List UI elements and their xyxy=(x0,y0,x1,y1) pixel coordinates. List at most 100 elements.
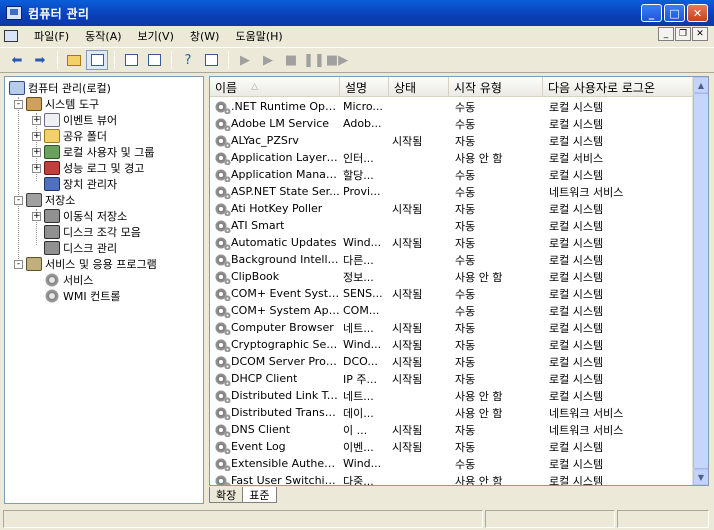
help-icon[interactable]: ? xyxy=(177,50,199,70)
service-name-cell: DHCP Client xyxy=(210,371,340,386)
table-row[interactable]: .NET Runtime Opti... Micro... 수동 로컬 시스템 xyxy=(210,98,694,115)
tree-item-storage[interactable]: - 저장소 xyxy=(14,192,75,208)
tree-item-event-viewer[interactable]: + 이벤트 뷰어 xyxy=(32,112,117,128)
minimize-button[interactable]: _ xyxy=(641,4,662,22)
table-row[interactable]: Cryptographic Serv... Wind... 시작됨 자동 로컬 시스템 xyxy=(210,336,694,353)
users-icon xyxy=(44,145,60,159)
expand-icon[interactable]: + xyxy=(32,163,41,173)
expand-icon[interactable]: + xyxy=(32,211,41,221)
table-row[interactable]: Event Log 이벤... 시작됨 자동 로컬 시스템 xyxy=(210,438,694,455)
table-row[interactable]: DHCP Client IP 주... 시작됨 자동 로컬 시스템 xyxy=(210,370,694,387)
child-restore-button[interactable]: ❐ xyxy=(675,27,691,41)
service-name: Adobe LM Service xyxy=(231,117,330,130)
service-description: 정보... xyxy=(343,270,374,284)
table-row[interactable]: Application Manage... 할당... 수동 로컬 시스템 xyxy=(210,166,694,183)
properties-icon[interactable] xyxy=(120,50,142,70)
table-row[interactable]: ClipBook 정보... 사용 안 함 로컬 시스템 xyxy=(210,268,694,285)
service-description: Provi... xyxy=(343,185,381,198)
play-dim-icon[interactable]: ▶ xyxy=(257,50,279,70)
expand-icon[interactable]: + xyxy=(32,147,41,157)
table-row[interactable]: ASP.NET State Ser... Provi... 수동 네트워크 서비스 xyxy=(210,183,694,200)
table-row[interactable]: COM+ Event System SENS... 시작됨 수동 로컬 시스템 xyxy=(210,285,694,302)
service-name-cell: Event Log xyxy=(210,439,340,454)
table-row[interactable]: Distributed Transac... 데이... 사용 안 함 네트워크 서비… xyxy=(210,404,694,421)
table-row[interactable]: Fast User Switching... 다중... 사용 안 함 로컬 시스템 xyxy=(210,472,694,485)
pause-icon[interactable]: ❚❚ xyxy=(303,50,325,70)
column-header-description[interactable]: 설명 xyxy=(340,77,389,97)
tree-item-system-tools[interactable]: - 시스템 도구 xyxy=(14,96,99,112)
tree-item-wmi-control[interactable]: WMI 컨트롤 xyxy=(44,288,120,304)
column-header-log-on-as[interactable]: 다음 사용자로 로그온 xyxy=(543,77,694,97)
tree-item-root[interactable]: 컴퓨터 관리(로컬) xyxy=(9,80,111,96)
expand-icon[interactable]: + xyxy=(32,115,41,125)
tab-extended[interactable]: 확장 xyxy=(209,487,244,503)
collapse-icon[interactable]: - xyxy=(14,195,23,205)
stop-icon[interactable]: ■ xyxy=(280,50,302,70)
service-gear-icon xyxy=(214,167,231,182)
list-header: 이름 △ 설명 상태 시작 유형 다음 사용자로 로그온 xyxy=(210,77,694,97)
table-row[interactable]: ALYac_PZSrv 시작됨 자동 로컬 시스템 xyxy=(210,132,694,149)
table-row[interactable]: Computer Browser 네트... 시작됨 자동 로컬 시스템 xyxy=(210,319,694,336)
collapse-icon[interactable]: - xyxy=(14,99,23,109)
app-menu-icon[interactable] xyxy=(4,30,18,42)
menu-view[interactable]: 보기(V) xyxy=(130,28,182,44)
table-row[interactable]: Automatic Updates Wind... 시작됨 자동 로컬 시스템 xyxy=(210,234,694,251)
column-header-status[interactable]: 상태 xyxy=(389,77,449,97)
menu-help[interactable]: 도움말(H) xyxy=(227,28,290,44)
service-name: DNS Client xyxy=(231,423,291,436)
show-action-pane-icon[interactable] xyxy=(200,50,222,70)
table-row[interactable]: COM+ System Appl... COM... 수동 로컬 시스템 xyxy=(210,302,694,319)
show-tree-icon[interactable] xyxy=(86,50,108,70)
tree-item-perf-logs[interactable]: + 성능 로그 및 경고 xyxy=(32,160,144,176)
child-close-button[interactable]: ✕ xyxy=(692,27,708,41)
tree-item-label: WMI 컨트롤 xyxy=(63,290,121,303)
expand-icon[interactable]: + xyxy=(32,131,41,141)
maximize-button[interactable]: □ xyxy=(664,4,685,22)
close-button[interactable]: ✕ xyxy=(687,4,708,22)
tree-item-device-manager[interactable]: 장치 관리자 xyxy=(44,176,117,192)
service-description: 데이... xyxy=(343,406,374,420)
vertical-scrollbar[interactable]: ▲ ▼ xyxy=(692,77,708,485)
child-minimize-button[interactable]: _ xyxy=(658,27,674,41)
table-row[interactable]: Background Intellig... 다른... 수동 로컬 시스템 xyxy=(210,251,694,268)
menu-file[interactable]: 파일(F) xyxy=(26,28,77,44)
up-folder-icon[interactable] xyxy=(63,50,85,70)
table-row[interactable]: Distributed Link Tra... 네트... 사용 안 함 로컬 시스템 xyxy=(210,387,694,404)
play-icon[interactable]: ▶ xyxy=(234,50,256,70)
service-name: ClipBook xyxy=(231,270,280,283)
tree-item-local-users[interactable]: + 로컬 사용자 및 그룹 xyxy=(32,144,154,160)
table-row[interactable]: ATI Smart 자동 로컬 시스템 xyxy=(210,217,694,234)
menu-window[interactable]: 창(W) xyxy=(182,28,228,44)
tree-item-defrag[interactable]: 디스크 조각 모음 xyxy=(44,224,141,240)
tree-item-shared-folders[interactable]: + 공유 폴더 xyxy=(32,128,107,144)
status-bar xyxy=(0,508,714,530)
table-row[interactable]: DNS Client 이 ... 시작됨 자동 네트워크 서비스 xyxy=(210,421,694,438)
forward-arrow-icon[interactable]: ➡ xyxy=(29,50,51,70)
tab-standard[interactable]: 표준 xyxy=(242,487,277,503)
table-row[interactable]: Extensible Authenti... Wind... 수동 로컬 시스템 xyxy=(210,455,694,472)
back-arrow-icon[interactable]: ⬅ xyxy=(6,50,28,70)
service-name: Extensible Authenti... xyxy=(231,457,340,470)
service-description: Wind... xyxy=(343,236,382,249)
column-header-startup-type[interactable]: 시작 유형 xyxy=(449,77,543,97)
scroll-up-button[interactable]: ▲ xyxy=(693,77,708,93)
service-log-on-as: 로컬 시스템 xyxy=(549,202,604,216)
collapse-icon[interactable]: - xyxy=(14,259,23,269)
tree-item-disk-management[interactable]: 디스크 관리 xyxy=(44,240,117,256)
scroll-thumb[interactable] xyxy=(693,93,708,469)
column-header-name[interactable]: 이름 △ xyxy=(210,77,340,97)
table-row[interactable]: Ati HotKey Poller 시작됨 자동 로컬 시스템 xyxy=(210,200,694,217)
service-name: Distributed Link Tra... xyxy=(231,389,340,402)
menu-action[interactable]: 동작(A) xyxy=(77,28,129,44)
export-list-icon[interactable] xyxy=(143,50,165,70)
restart-icon[interactable]: ■▶ xyxy=(326,50,348,70)
tree-item-services[interactable]: 서비스 xyxy=(44,272,94,288)
table-row[interactable]: DCOM Server Proc... DCO... 시작됨 자동 로컬 시스템 xyxy=(210,353,694,370)
scroll-down-button[interactable]: ▼ xyxy=(693,469,708,485)
service-status: 시작됨 xyxy=(392,423,423,437)
service-description: IP 주... xyxy=(343,372,377,386)
tree-item-removable-storage[interactable]: + 이동식 저장소 xyxy=(32,208,127,224)
table-row[interactable]: Application Layer G... 인터... 사용 안 함 로컬 서비스 xyxy=(210,149,694,166)
tree-item-services-apps[interactable]: - 서비스 및 응용 프로그램 xyxy=(14,256,157,272)
table-row[interactable]: Adobe LM Service Adob... 수동 로컬 시스템 xyxy=(210,115,694,132)
